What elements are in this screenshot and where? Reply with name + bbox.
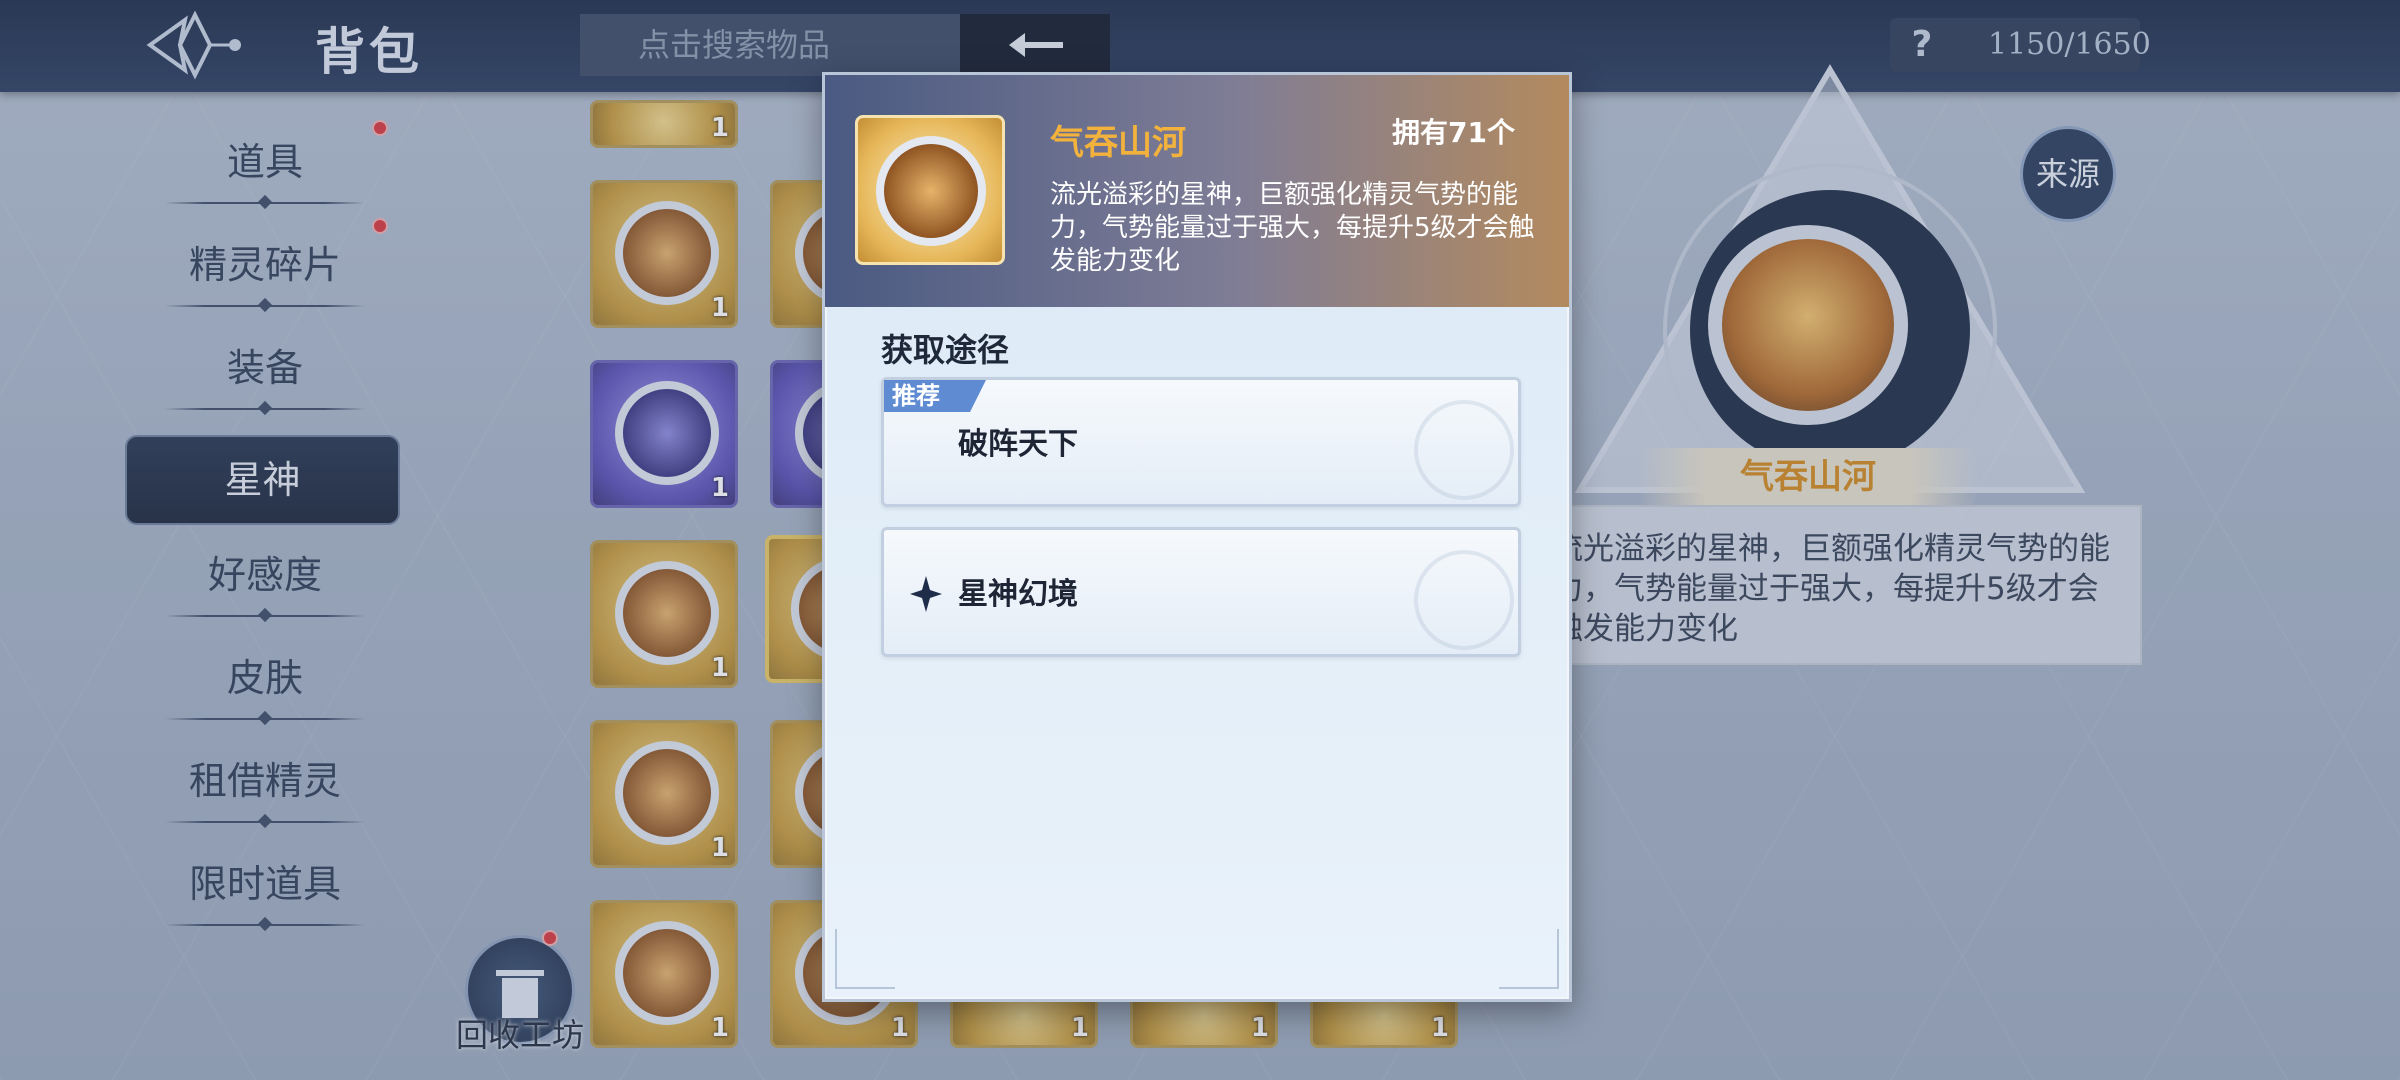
modal-item-name: 气吞山河 bbox=[1050, 123, 1186, 163]
modal-header: 气吞山河 拥有71个 流光溢彩的星神，巨额强化精灵气势的能力，气势能量过于强大，… bbox=[825, 75, 1569, 307]
acquisition-modal: 气吞山河 拥有71个 流光溢彩的星神，巨额强化精灵气势的能力，气势能量过于强大，… bbox=[822, 72, 1572, 1002]
owned-count: 拥有71个 bbox=[1392, 116, 1515, 149]
route-label: 破阵天下 bbox=[958, 427, 1078, 462]
route-item-breakthrough[interactable]: 推荐 破阵天下 bbox=[881, 377, 1521, 507]
modal-item-icon bbox=[855, 115, 1005, 265]
four-point-star-icon bbox=[910, 576, 942, 612]
acquisition-section-title: 获取途径 bbox=[881, 331, 1010, 369]
modal-item-description: 流光溢彩的星神，巨额强化精灵气势的能力，气势能量过于强大，每提升5级才会触发能力… bbox=[1050, 180, 1535, 276]
route-label: 星神幻境 bbox=[958, 577, 1078, 612]
corner-ornament bbox=[835, 929, 895, 989]
compass-watermark-icon bbox=[1414, 550, 1514, 650]
corner-ornament bbox=[1499, 929, 1559, 989]
compass-watermark-icon bbox=[1414, 400, 1514, 500]
route-item-star-god-realm[interactable]: 星神幻境 bbox=[881, 527, 1521, 657]
